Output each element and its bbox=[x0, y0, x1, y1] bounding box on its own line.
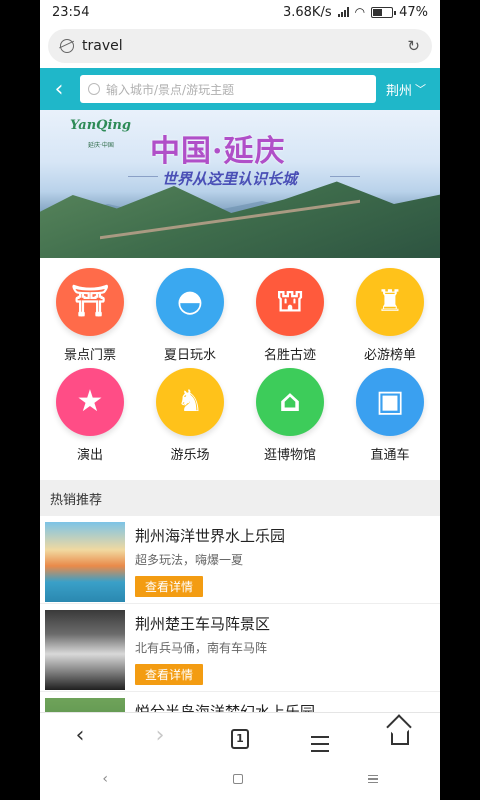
category-museum[interactable]: ⌂ 逛博物馆 bbox=[240, 366, 340, 466]
network-speed: 3.68K/s bbox=[282, 4, 332, 20]
water-park-thumbnail bbox=[45, 522, 125, 602]
view-details-button[interactable]: 查看详情 bbox=[135, 576, 204, 597]
category-label: 景点门票 bbox=[63, 348, 116, 363]
search-placeholder: 输入城市/景点/游玩主题 bbox=[106, 82, 235, 97]
category-label: 游乐场 bbox=[170, 448, 210, 463]
status-bar: 23:54 3.68K/s ◠ 47% bbox=[40, 0, 440, 24]
destination-search-input[interactable]: 输入城市/景点/游玩主题 bbox=[80, 75, 376, 103]
address-bar[interactable]: travel ↻ bbox=[48, 29, 432, 63]
reload-icon[interactable]: ↻ bbox=[407, 37, 420, 55]
search-icon bbox=[88, 83, 100, 95]
bus-icon: ▣ bbox=[356, 368, 424, 436]
banner-title: 中国·延庆 bbox=[150, 134, 286, 169]
category-glyph: ★ bbox=[76, 384, 104, 419]
category-grid: ⛩ 景点门票 ◓ 夏日玩水 ⛫ 名胜古迹 ♜ 必游榜单 ★ 演出 ♞ 游乐场 ⌂ 逛博物馆 ▣ 直通车 bbox=[40, 258, 440, 466]
app-header: ‹ 输入城市/景点/游玩主题 荆州 ﹀ bbox=[40, 68, 440, 110]
slogan-line-right bbox=[330, 176, 360, 177]
category-label: 夏日玩水 bbox=[163, 348, 216, 363]
item-title: 荆州海洋世界水上乐园 bbox=[135, 527, 286, 545]
gate-tower-icon: ⛫ bbox=[256, 268, 324, 336]
category-glyph: ♜ bbox=[376, 284, 404, 319]
menu-button[interactable] bbox=[300, 719, 340, 752]
signal-icon bbox=[337, 7, 349, 17]
item-title: 荆州楚王车马阵景区 bbox=[135, 615, 271, 633]
hot-recommend-header: 热销推荐 bbox=[40, 480, 440, 516]
category-label: 必游榜单 bbox=[363, 348, 416, 363]
category-glyph: ⌂ bbox=[279, 384, 301, 419]
promo-banner[interactable]: YanQing 延庆·中国 中国·延庆 世界从这里认识长城 bbox=[40, 110, 440, 258]
chevron-down-icon: ﹀ bbox=[415, 83, 427, 96]
stage-star-icon: ★ bbox=[56, 368, 124, 436]
system-back-icon[interactable]: ‹ bbox=[102, 771, 108, 787]
item-description: 超多玩法，嗨爆一夏 bbox=[135, 553, 244, 567]
category-carousel[interactable]: ♞ 游乐场 bbox=[140, 366, 240, 466]
home-button[interactable] bbox=[380, 721, 420, 751]
category-glyph: ⛫ bbox=[276, 284, 304, 319]
home-icon bbox=[391, 726, 409, 745]
nav-forward-icon[interactable]: › bbox=[140, 723, 180, 748]
item-description: 北有兵马俑，南有车马阵 bbox=[135, 641, 268, 655]
back-arrow-icon[interactable]: ‹ bbox=[46, 77, 72, 102]
category-label: 名胜古迹 bbox=[263, 348, 316, 363]
category-diving-mask[interactable]: ◓ 夏日玩水 bbox=[140, 266, 240, 366]
system-recents-icon[interactable] bbox=[367, 774, 378, 784]
category-glyph: ⛩ bbox=[70, 284, 110, 319]
menu-icon bbox=[311, 736, 329, 752]
category-label: 直通车 bbox=[370, 448, 410, 463]
wifi-icon: ◠ bbox=[354, 5, 366, 19]
list-item[interactable]: 荆州楚王车马阵景区 北有兵马俑，南有车马阵 查看详情 bbox=[40, 604, 440, 692]
category-label: 逛博物馆 bbox=[263, 448, 316, 463]
city-selector[interactable]: 荆州 ﹀ bbox=[386, 80, 434, 99]
battery-icon bbox=[371, 6, 397, 18]
category-label: 演出 bbox=[76, 448, 103, 463]
tabs-count: 1 bbox=[231, 728, 249, 749]
slogan-line-left bbox=[128, 176, 158, 177]
category-glyph: ◓ bbox=[176, 284, 204, 319]
globe-icon bbox=[60, 39, 74, 53]
section-title: 热销推荐 bbox=[50, 492, 103, 508]
banner-logo-sub: 延庆·中国 bbox=[88, 142, 114, 149]
category-gate-tower[interactable]: ⛫ 名胜古迹 bbox=[240, 266, 340, 366]
category-glyph: ▣ bbox=[375, 384, 405, 419]
status-indicators: 3.68K/s ◠ 47% bbox=[283, 5, 428, 20]
browser-toolbar: ‹ › 1 bbox=[40, 712, 440, 758]
category-glyph: ♞ bbox=[176, 384, 204, 419]
view-details-button[interactable]: 查看详情 bbox=[135, 664, 204, 685]
category-stage-star[interactable]: ★ 演出 bbox=[40, 366, 140, 466]
category-bus[interactable]: ▣ 直通车 bbox=[340, 366, 440, 466]
address-text: travel bbox=[82, 38, 123, 54]
carousel-icon: ♞ bbox=[156, 368, 224, 436]
list-item[interactable]: 荆州海洋世界水上乐园 超多玩法，嗨爆一夏 查看详情 bbox=[40, 516, 440, 604]
battery-percent: 47% bbox=[399, 4, 428, 20]
banner-slogan: 世界从这里认识长城 bbox=[162, 170, 298, 188]
pavilion-icon: ⛩ bbox=[56, 268, 124, 336]
browser-address-area: travel ↻ bbox=[40, 24, 440, 68]
nav-back-icon[interactable]: ‹ bbox=[60, 723, 100, 748]
category-pavilion[interactable]: ⛩ 景点门票 bbox=[40, 266, 140, 366]
status-time: 23:54 bbox=[52, 4, 90, 20]
diving-mask-icon: ◓ bbox=[156, 268, 224, 336]
museum-icon: ⌂ bbox=[256, 368, 324, 436]
tabs-button[interactable]: 1 bbox=[220, 723, 260, 749]
phone-screen: 23:54 3.68K/s ◠ 47% travel ↻ ‹ 输入城市/景点/游… bbox=[40, 0, 440, 800]
category-castle[interactable]: ♜ 必游榜单 bbox=[340, 266, 440, 366]
banner-logo: YanQing bbox=[70, 118, 131, 133]
system-home-icon[interactable] bbox=[232, 774, 243, 784]
castle-icon: ♜ bbox=[356, 268, 424, 336]
city-name: 荆州 bbox=[386, 83, 413, 99]
system-navigation-bar: ‹ bbox=[40, 758, 440, 800]
chariot-array-thumbnail bbox=[45, 610, 125, 690]
